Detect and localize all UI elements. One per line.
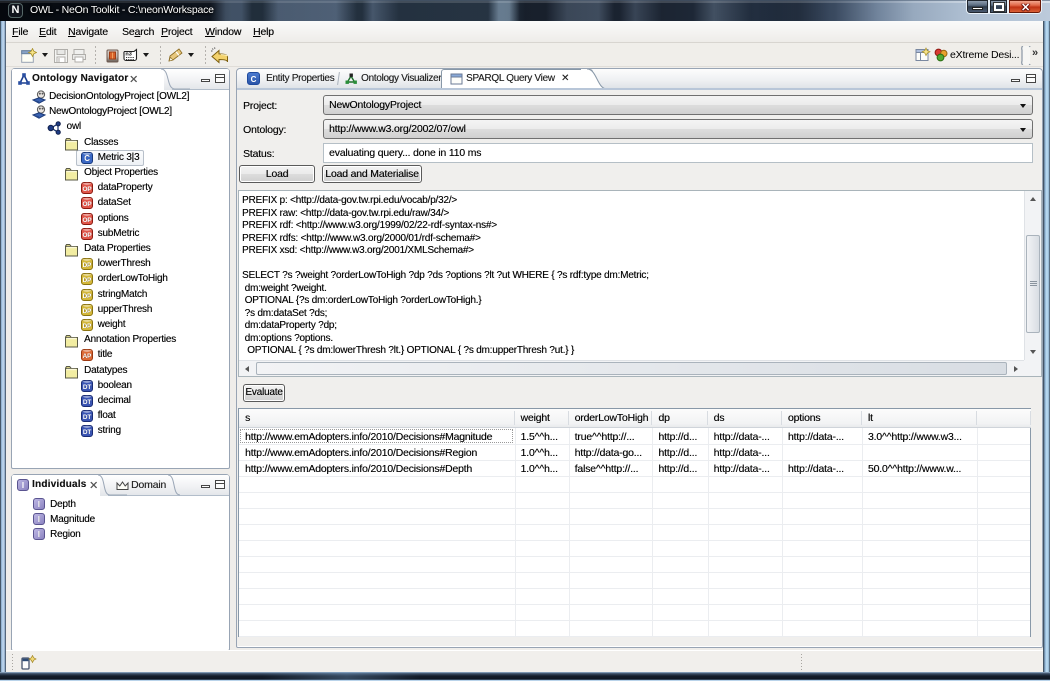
svg-text:DP: DP	[82, 277, 91, 284]
svg-text:DT: DT	[82, 429, 90, 436]
svg-text:DT: DT	[82, 384, 90, 391]
svg-text:DP: DP	[82, 323, 91, 330]
svg-text:C: C	[84, 154, 90, 163]
svg-text:OP: OP	[82, 186, 92, 193]
svg-text:OP: OP	[82, 216, 92, 223]
svg-text:OP: OP	[82, 232, 92, 239]
svg-text:DT: DT	[82, 414, 90, 421]
svg-text:DT: DT	[82, 399, 90, 406]
svg-text:DP: DP	[82, 262, 91, 269]
svg-text:n3: n3	[125, 52, 131, 58]
svg-text:OP: OP	[82, 201, 92, 208]
svg-text:DP: DP	[82, 292, 91, 299]
svg-text:AP: AP	[82, 353, 91, 360]
svg-text:DP: DP	[82, 308, 91, 315]
